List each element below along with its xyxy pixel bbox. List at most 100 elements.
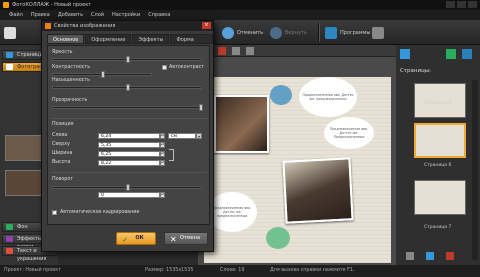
- programs-button[interactable]: Программы ▾: [325, 24, 376, 41]
- delete-page-icon[interactable]: [446, 252, 454, 260]
- menu-help[interactable]: Справка: [144, 10, 174, 20]
- new-project-button[interactable]: [4, 24, 16, 41]
- status-help: Для вызова справки нажмите F1.: [270, 268, 355, 273]
- autocrop-label: Автоматическое кадрирование: [60, 210, 140, 215]
- tab-design[interactable]: Оформление: [85, 34, 132, 44]
- background-icon: [6, 224, 13, 230]
- chevron-down-icon[interactable]: ▾: [196, 133, 202, 139]
- width-input[interactable]: 6,25: [98, 151, 160, 157]
- left-stepper[interactable]: ▴▾: [160, 133, 165, 139]
- bubble-text: Предназначенная ява. Доттес же. Предназн…: [329, 127, 368, 139]
- status-project: Проект: Новый проект: [4, 268, 61, 273]
- contrast-slider[interactable]: [52, 71, 152, 78]
- unit-select[interactable]: см: [168, 133, 196, 139]
- slider-knob[interactable]: [199, 104, 203, 111]
- menu-bar: Файл Правка Добавить Слой Настройки Спра…: [0, 10, 480, 20]
- tab-layer-shape[interactable]: Форма слоя: [170, 34, 213, 53]
- copy-page-icon[interactable]: [426, 252, 434, 260]
- redo-button[interactable]: Вернуть: [270, 24, 307, 41]
- top-input[interactable]: 5,35: [98, 142, 160, 148]
- slider-knob[interactable]: [126, 84, 130, 91]
- top-stepper[interactable]: ▴▾: [160, 142, 165, 148]
- app-icon: [3, 2, 9, 8]
- page-thumbnail[interactable]: [414, 180, 466, 215]
- effects-icon: [6, 236, 13, 242]
- menu-file[interactable]: Файл: [5, 10, 27, 20]
- menu-edit[interactable]: Правка: [27, 10, 54, 20]
- pages-scrollbar[interactable]: [472, 80, 478, 260]
- collage-photo[interactable]: [214, 95, 269, 153]
- dialog-tabs: Основное Оформление Эффекты Форма слоя: [47, 34, 213, 53]
- brightness-label: Яркость: [52, 50, 73, 55]
- collage-page[interactable]: Предназначенная ява, Доттес же, предназн…: [204, 77, 391, 263]
- undo-label: Отменить: [237, 29, 264, 36]
- slider-knob[interactable]: [126, 184, 130, 191]
- tab-effects[interactable]: Эффекты: [132, 34, 170, 44]
- collage-photo[interactable]: [282, 157, 354, 224]
- position-label: Позиция: [52, 122, 74, 127]
- menu-settings[interactable]: Настройки: [108, 10, 144, 20]
- undo-button[interactable]: Отменить: [222, 24, 263, 41]
- document-icon: [4, 26, 16, 39]
- rotation-stepper[interactable]: ▴▾: [160, 192, 165, 198]
- saturation-slider[interactable]: [52, 84, 202, 91]
- speech-bubble[interactable]: Предназначенная ява, Доттес же предназна…: [207, 192, 257, 232]
- status-size: Размер: 1535х1535: [145, 268, 194, 273]
- tab-pages-label: Страницы: [17, 52, 44, 58]
- page-thumbnail-selected[interactable]: [414, 123, 466, 158]
- top-label: Сверху: [52, 142, 70, 147]
- bubble-text: Предназначенная ява, Доттес же, предназн…: [302, 93, 354, 101]
- export-icon[interactable]: [446, 49, 456, 59]
- rotation-slider[interactable]: [52, 184, 202, 191]
- link-proportions-icon[interactable]: [169, 149, 174, 161]
- tab-basic[interactable]: Основное: [47, 34, 85, 44]
- contrast-label: Контрастность: [52, 65, 91, 70]
- layer-down-icon[interactable]: [246, 47, 254, 55]
- rotation-label: Поворот: [52, 177, 74, 182]
- transparency-slider[interactable]: [52, 104, 203, 111]
- height-label: Высота: [52, 160, 71, 165]
- height-input[interactable]: 8,22: [98, 160, 160, 166]
- page-label: Страница 5: [424, 101, 452, 106]
- slider-knob[interactable]: [101, 71, 105, 78]
- width-stepper[interactable]: ▴▾: [160, 151, 165, 157]
- height-stepper[interactable]: ▴▾: [160, 160, 165, 166]
- pages-title: Страницы:: [400, 68, 432, 74]
- close-icon[interactable]: ×: [202, 22, 211, 29]
- dialog-body: Яркость Контрастность Автоконтраст Насыщ…: [47, 45, 210, 225]
- left-input[interactable]: 6,24: [98, 133, 160, 139]
- delete-icon[interactable]: [218, 47, 226, 55]
- close-window-button[interactable]: [468, 1, 477, 8]
- left-label: Слева: [52, 133, 68, 138]
- saturation-label: Насыщенность: [52, 78, 90, 83]
- rotation-input[interactable]: 0: [98, 192, 160, 198]
- speech-bubble[interactable]: Предназначенная ява. Доттес же. Предназн…: [324, 117, 374, 149]
- settings-icon[interactable]: [406, 252, 414, 260]
- brightness-slider[interactable]: [52, 56, 202, 63]
- cancel-button[interactable]: ✕ Отмена: [164, 232, 208, 245]
- minimize-button[interactable]: [446, 1, 455, 8]
- dialog-title: Свойства изображения: [54, 23, 116, 29]
- ok-button[interactable]: ✓ ОК: [116, 232, 156, 245]
- pages-panel: Страницы: Страница 5 Страница 6 Страница…: [396, 45, 480, 265]
- maximize-button[interactable]: [457, 1, 466, 8]
- decoration-splash[interactable]: [266, 227, 290, 249]
- text-icon: [6, 248, 13, 254]
- collage-canvas[interactable]: Предназначенная ява, Доттес же, предназн…: [198, 45, 396, 265]
- autocontrast-checkbox[interactable]: [162, 65, 167, 70]
- layer-up-icon[interactable]: [232, 47, 240, 55]
- save-icon[interactable]: [462, 49, 472, 59]
- cancel-label: Отмена: [179, 235, 201, 241]
- dialog-icon: [45, 23, 51, 29]
- redo-label: Вернуть: [285, 29, 307, 36]
- speech-bubble[interactable]: Предназначенная ява, Доттес же, предназн…: [299, 77, 357, 117]
- image-settings-button[interactable]: [372, 24, 384, 41]
- menu-layer[interactable]: Слой: [87, 10, 108, 20]
- transparency-label: Прозрачность: [52, 98, 88, 103]
- decoration-splash[interactable]: [270, 85, 292, 105]
- canvas-toolbar: [198, 45, 396, 57]
- add-page-icon[interactable]: [400, 49, 410, 59]
- menu-add[interactable]: Добавить: [54, 10, 87, 20]
- check-icon: ✓: [122, 236, 128, 244]
- slider-knob[interactable]: [126, 56, 130, 63]
